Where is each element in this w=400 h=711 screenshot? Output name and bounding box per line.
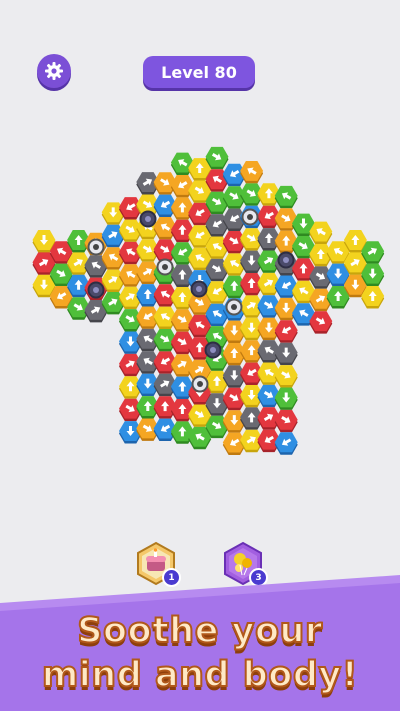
ring-obstacle-icon: [87, 238, 105, 256]
hex-tile[interactable]: [274, 342, 298, 366]
hex-tile[interactable]: [274, 185, 298, 209]
slogan-line-2: mind and body!: [41, 654, 359, 696]
gear-obstacle-icon: [277, 251, 295, 269]
gear-obstacle-icon: [87, 281, 105, 299]
gear-obstacle-icon: [190, 280, 208, 298]
hex-tile[interactable]: [274, 432, 298, 455]
ring-obstacle-icon: [225, 298, 243, 316]
gear-obstacle-icon: [204, 341, 222, 359]
hex-tile[interactable]: [274, 409, 298, 433]
ring-obstacle-icon: [191, 375, 209, 393]
hex-tile[interactable]: [274, 320, 298, 343]
hex-tile[interactable]: [274, 365, 298, 388]
hex-tile[interactable]: [274, 387, 298, 410]
slogan-line-1: Soothe your: [76, 610, 323, 652]
ring-obstacle-icon: [156, 258, 174, 276]
hex-board[interactable]: [0, 0, 400, 480]
ring-obstacle-icon: [241, 208, 259, 226]
promo-banner: Soothe your mind and body!: [0, 575, 400, 711]
gear-obstacle-icon: [139, 210, 157, 228]
